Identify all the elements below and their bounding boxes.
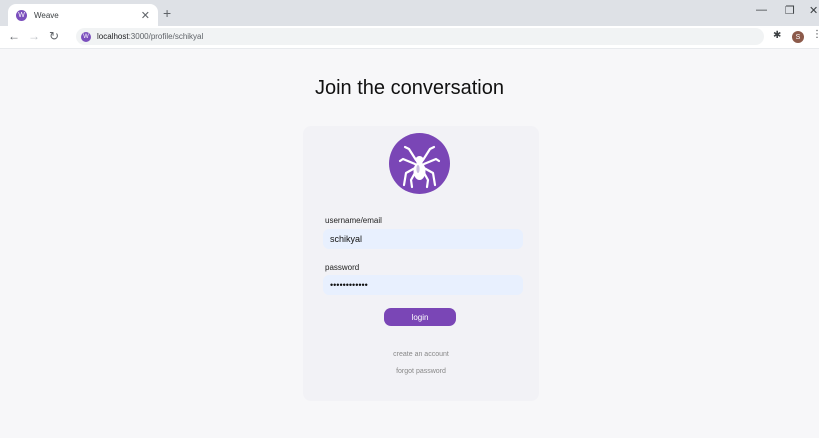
address-bar[interactable]: W localhost:3000/profile/schikyal: [76, 28, 764, 45]
page-title: Join the conversation: [314, 77, 504, 99]
username-input[interactable]: [323, 229, 523, 249]
restore-icon[interactable]: ❐: [785, 4, 795, 17]
browser-toolbar: ← → ↻ W localhost:3000/profile/schikyal: [0, 26, 819, 49]
forward-icon[interactable]: →: [28, 29, 40, 43]
username-label: username/email: [325, 216, 382, 225]
menu-icon[interactable]: ⋮: [812, 29, 819, 40]
back-icon[interactable]: ←: [8, 29, 20, 43]
tab-weave[interactable]: W Weave ✕: [8, 4, 158, 26]
tab-title: Weave: [34, 10, 59, 20]
tab-strip: W Weave ✕ + — ❐ ✕: [0, 0, 819, 26]
site-favicon-icon: W: [81, 31, 91, 42]
forgot-password-link[interactable]: forgot password: [303, 368, 539, 375]
weave-favicon-icon: W: [16, 9, 27, 21]
new-tab-icon[interactable]: +: [163, 5, 171, 21]
reload-icon[interactable]: ↻: [49, 29, 59, 43]
close-window-icon[interactable]: ✕: [809, 4, 818, 17]
password-label: password: [325, 263, 360, 272]
profile-avatar[interactable]: S: [792, 31, 804, 43]
url-text: localhost:3000/profile/schikyal: [97, 32, 204, 41]
create-account-link[interactable]: create an account: [303, 351, 539, 358]
login-button[interactable]: login: [384, 308, 456, 326]
password-input[interactable]: [323, 275, 523, 295]
close-tab-icon[interactable]: ✕: [141, 9, 150, 22]
extensions-icon[interactable]: ✱: [773, 30, 781, 41]
login-card: username/email password login create an …: [303, 126, 539, 401]
page-viewport: Join the conversation username/email sch…: [0, 49, 819, 438]
minimize-icon[interactable]: —: [756, 4, 767, 16]
spider-icon: [389, 133, 450, 194]
